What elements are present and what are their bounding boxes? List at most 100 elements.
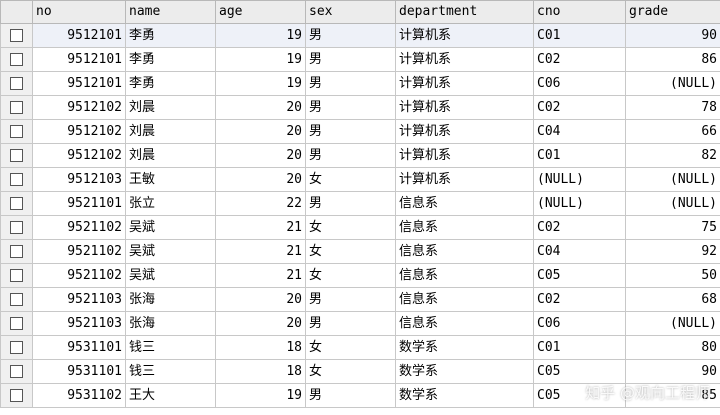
cell-name[interactable]: 钱三 <box>125 359 216 384</box>
table-row[interactable]: 9512101 李勇 19 男计算机系 C06 (NULL) <box>0 71 720 96</box>
cell-cno[interactable]: C04 <box>533 119 626 144</box>
cell-age[interactable]: 19 <box>215 23 306 48</box>
cell-no[interactable]: 9531101 <box>32 359 126 384</box>
cell-sex[interactable]: 女 <box>305 167 396 192</box>
row-selector[interactable] <box>0 311 33 336</box>
cell-grade[interactable]: 86 <box>625 47 720 72</box>
select-all-header[interactable] <box>0 0 33 24</box>
row-selector[interactable] <box>0 383 33 408</box>
table-row[interactable]: 9512102 刘晨 20 男计算机系 C04 66 <box>0 119 720 144</box>
cell-name[interactable]: 张立 <box>125 191 216 216</box>
cell-department[interactable]: 数学系 <box>395 335 534 360</box>
cell-age[interactable]: 21 <box>215 263 306 288</box>
table-row[interactable]: 9521102 吴斌 21 女信息系 C02 75 <box>0 215 720 240</box>
column-header-no[interactable]: no <box>32 0 126 24</box>
cell-department[interactable]: 数学系 <box>395 383 534 408</box>
cell-cno[interactable]: (NULL) <box>533 191 626 216</box>
cell-name[interactable]: 吴斌 <box>125 215 216 240</box>
cell-sex[interactable]: 女 <box>305 359 396 384</box>
cell-name[interactable]: 王敏 <box>125 167 216 192</box>
cell-no[interactable]: 9521101 <box>32 191 126 216</box>
row-selector[interactable] <box>0 335 33 360</box>
cell-sex[interactable]: 女 <box>305 263 396 288</box>
checkbox-icon[interactable] <box>10 101 23 114</box>
row-selector[interactable] <box>0 143 33 168</box>
cell-cno[interactable]: C02 <box>533 47 626 72</box>
table-row[interactable]: 9521102 吴斌 21 女信息系 C04 92 <box>0 239 720 264</box>
cell-age[interactable]: 20 <box>215 95 306 120</box>
cell-cno[interactable]: C01 <box>533 143 626 168</box>
cell-no[interactable]: 9512102 <box>32 95 126 120</box>
cell-department[interactable]: 计算机系 <box>395 167 534 192</box>
cell-cno[interactable]: C01 <box>533 23 626 48</box>
table-row[interactable]: 9531101 钱三 18 女数学系 C01 80 <box>0 335 720 360</box>
cell-age[interactable]: 18 <box>215 335 306 360</box>
column-header-department[interactable]: department <box>395 0 534 24</box>
cell-no[interactable]: 9512103 <box>32 167 126 192</box>
checkbox-icon[interactable] <box>10 341 23 354</box>
cell-sex[interactable]: 男 <box>305 383 396 408</box>
cell-grade[interactable]: 68 <box>625 287 720 312</box>
cell-department[interactable]: 数学系 <box>395 359 534 384</box>
cell-sex[interactable]: 女 <box>305 335 396 360</box>
row-selector[interactable] <box>0 239 33 264</box>
cell-age[interactable]: 21 <box>215 215 306 240</box>
cell-no[interactable]: 9512101 <box>32 71 126 96</box>
cell-sex[interactable]: 女 <box>305 215 396 240</box>
cell-cno[interactable]: C06 <box>533 311 626 336</box>
cell-age[interactable]: 18 <box>215 359 306 384</box>
cell-name[interactable]: 刘晨 <box>125 119 216 144</box>
table-row[interactable]: 9521103 张海 20 男信息系 C02 68 <box>0 287 720 312</box>
table-row[interactable]: 9521101 张立 22 男信息系 (NULL) (NULL) <box>0 191 720 216</box>
cell-no[interactable]: 9521102 <box>32 239 126 264</box>
cell-sex[interactable]: 男 <box>305 287 396 312</box>
checkbox-icon[interactable] <box>10 293 23 306</box>
cell-cno[interactable]: C05 <box>533 383 626 408</box>
cell-name[interactable]: 钱三 <box>125 335 216 360</box>
column-header-cno[interactable]: cno <box>533 0 626 24</box>
row-selector[interactable] <box>0 167 33 192</box>
cell-age[interactable]: 19 <box>215 383 306 408</box>
cell-department[interactable]: 计算机系 <box>395 47 534 72</box>
cell-no[interactable]: 9521102 <box>32 263 126 288</box>
cell-age[interactable]: 19 <box>215 71 306 96</box>
cell-name[interactable]: 张海 <box>125 311 216 336</box>
row-selector[interactable] <box>0 23 33 48</box>
cell-grade[interactable]: 66 <box>625 119 720 144</box>
cell-grade[interactable]: 82 <box>625 143 720 168</box>
row-selector[interactable] <box>0 95 33 120</box>
cell-no[interactable]: 9521103 <box>32 287 126 312</box>
cell-department[interactable]: 计算机系 <box>395 95 534 120</box>
checkbox-icon[interactable] <box>10 29 23 42</box>
cell-department[interactable]: 计算机系 <box>395 23 534 48</box>
cell-sex[interactable]: 女 <box>305 239 396 264</box>
cell-cno[interactable]: C05 <box>533 359 626 384</box>
cell-no[interactable]: 9531102 <box>32 383 126 408</box>
cell-no[interactable]: 9512102 <box>32 143 126 168</box>
cell-age[interactable]: 20 <box>215 311 306 336</box>
checkbox-icon[interactable] <box>10 269 23 282</box>
table-row[interactable]: 9521103 张海 20 男信息系 C06 (NULL) <box>0 311 720 336</box>
row-selector[interactable] <box>0 191 33 216</box>
cell-sex[interactable]: 男 <box>305 95 396 120</box>
row-selector[interactable] <box>0 359 33 384</box>
cell-age[interactable]: 21 <box>215 239 306 264</box>
table-row[interactable]: 9512101 李勇 19 男计算机系 C02 86 <box>0 47 720 72</box>
cell-sex[interactable]: 男 <box>305 23 396 48</box>
row-selector[interactable] <box>0 287 33 312</box>
cell-name[interactable]: 张海 <box>125 287 216 312</box>
cell-cno[interactable]: C02 <box>533 215 626 240</box>
checkbox-icon[interactable] <box>10 245 23 258</box>
cell-grade[interactable]: (NULL) <box>625 167 720 192</box>
cell-name[interactable]: 李勇 <box>125 47 216 72</box>
row-selector[interactable] <box>0 119 33 144</box>
cell-cno[interactable]: C06 <box>533 71 626 96</box>
cell-age[interactable]: 20 <box>215 167 306 192</box>
checkbox-icon[interactable] <box>10 125 23 138</box>
cell-grade[interactable]: 90 <box>625 359 720 384</box>
checkbox-icon[interactable] <box>10 53 23 66</box>
cell-department[interactable]: 信息系 <box>395 239 534 264</box>
cell-name[interactable]: 李勇 <box>125 23 216 48</box>
table-row[interactable]: 9512102 刘晨 20 男计算机系 C01 82 <box>0 143 720 168</box>
checkbox-icon[interactable] <box>10 389 23 402</box>
